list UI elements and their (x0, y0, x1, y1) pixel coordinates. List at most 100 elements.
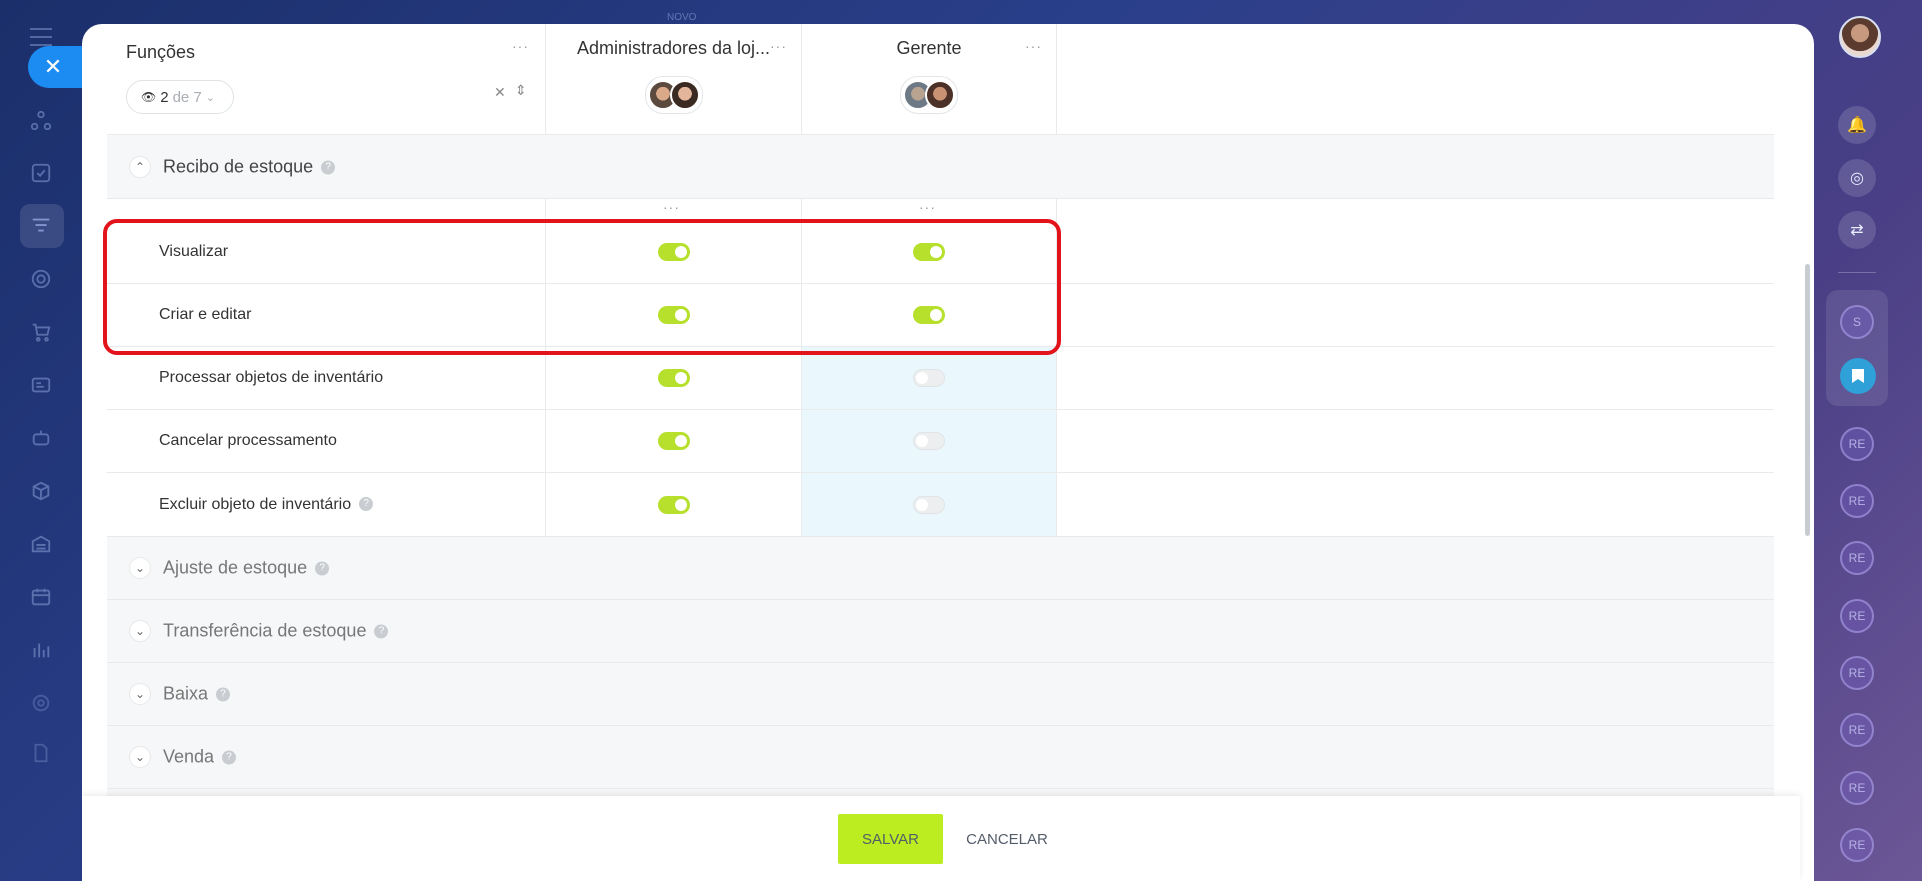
help-icon[interactable]: ? (359, 497, 374, 512)
copilot-icon[interactable]: ◎ (1838, 159, 1876, 197)
robot-icon[interactable] (28, 425, 54, 451)
section-header[interactable]: ⌄ Transferência de estoque? (107, 600, 1774, 663)
section-header[interactable]: ⌄ Ajuste de estoque? (107, 537, 1774, 600)
left-navigation: ✕ (0, 0, 82, 881)
chevron-down-icon[interactable]: ⌄ (129, 557, 151, 579)
permission-toggle[interactable] (913, 495, 945, 514)
help-icon[interactable]: ? (315, 561, 330, 576)
more-icon[interactable]: ··· (512, 38, 529, 54)
chart-icon[interactable] (28, 637, 54, 663)
rail-avatar-s[interactable]: S (1840, 305, 1874, 339)
permission-toggle[interactable] (913, 369, 945, 387)
sync-icon[interactable]: ⇄ (1838, 211, 1876, 249)
page-title: Funções (126, 42, 196, 62)
section-label: Ajuste de estoque? (163, 558, 330, 579)
permission-toggle[interactable] (657, 306, 690, 324)
chevron-down-icon[interactable]: ⌄ (129, 746, 151, 768)
document-icon[interactable] (28, 740, 54, 766)
menu-icon[interactable] (30, 28, 52, 46)
permission-label: Visualizar (159, 243, 229, 260)
contacts-icon[interactable] (28, 372, 54, 398)
avatar (925, 80, 955, 110)
role-filter[interactable]: 👁 2 de 7 ⌄ (126, 80, 234, 114)
box-icon[interactable] (28, 478, 54, 504)
expand-all-icon[interactable]: ⇕ (515, 82, 527, 99)
permission-toggle[interactable] (657, 432, 690, 450)
permission-toggle[interactable] (913, 432, 945, 450)
section-label: Transferência de estoque? (163, 621, 389, 642)
target-icon[interactable] (28, 266, 54, 292)
rail-avatar-re[interactable]: RE (1840, 427, 1874, 461)
close-button[interactable]: ✕ (28, 46, 82, 88)
warehouse-icon[interactable] (28, 531, 54, 557)
chevron-down-icon: ⌄ (205, 91, 215, 104)
permission-toggle[interactable] (657, 369, 690, 387)
section-header[interactable]: ⌄ Baixa? (107, 663, 1774, 726)
section-label: Recibo de estoque? (163, 156, 336, 177)
cart-icon[interactable] (28, 319, 54, 345)
role-name[interactable]: Administradores da loj... (546, 38, 801, 59)
tasks-icon[interactable] (28, 160, 54, 186)
table-row: Excluir objeto de inventário? (107, 473, 1774, 537)
top-label: NOVO (667, 12, 697, 23)
chevron-up-icon[interactable]: ⌃ (129, 155, 151, 178)
cancel-button[interactable]: CANCELAR (957, 814, 1057, 864)
save-button[interactable]: SALVAR (838, 814, 943, 864)
crm-icon[interactable] (28, 108, 54, 134)
filter-total: de 7 (172, 88, 202, 106)
permissions-grid: Funções ··· 👁 2 de 7 ⌄ ✕ ⇕ Administrador… (107, 24, 1774, 796)
rail-divider (1838, 272, 1876, 273)
header-row: Funções ··· 👁 2 de 7 ⌄ ✕ ⇕ Administrador… (107, 24, 1774, 135)
bell-icon[interactable]: 🔔 (1838, 106, 1876, 144)
permission-toggle[interactable] (913, 306, 945, 324)
rail-avatar-re[interactable]: RE (1840, 713, 1874, 747)
help-icon[interactable]: ? (321, 160, 336, 175)
funnel-icon[interactable] (28, 213, 54, 239)
scrollbar[interactable] (1805, 264, 1810, 536)
table-row: Processar objetos de inventário (107, 347, 1774, 410)
calendar-icon[interactable] (28, 584, 54, 610)
permission-toggle[interactable] (657, 243, 690, 261)
more-icon[interactable]: ··· (663, 199, 680, 215)
permission-toggle[interactable] (913, 243, 945, 261)
rail-avatar-re[interactable]: RE (1840, 828, 1874, 862)
avatar (669, 80, 700, 110)
permissions-panel: Funções ··· 👁 2 de 7 ⌄ ✕ ⇕ Administrador… (82, 24, 1814, 881)
eye-icon: 👁 (141, 90, 157, 104)
section-label: Venda? (163, 747, 237, 768)
section-label: Baixa? (163, 684, 231, 705)
chevron-down-icon[interactable]: ⌄ (129, 620, 151, 642)
user-avatar[interactable] (1839, 16, 1881, 58)
rail-avatar-re[interactable]: RE (1840, 541, 1874, 575)
more-icon[interactable]: ··· (919, 199, 936, 215)
role-name[interactable]: Gerente (802, 38, 1056, 59)
section-header[interactable]: ⌃ Recibo de estoque? (107, 135, 1774, 199)
permission-label: Excluir objeto de inventário? (159, 496, 374, 514)
filter-count: 2 (160, 88, 169, 106)
rail-avatar-re[interactable]: RE (1840, 656, 1874, 690)
table-row: Criar e editar (107, 284, 1774, 347)
rail-avatar-re[interactable]: RE (1840, 484, 1874, 518)
settings-icon[interactable] (28, 690, 54, 716)
help-icon[interactable]: ? (216, 687, 231, 702)
more-icon[interactable]: ··· (1025, 38, 1042, 54)
role-members[interactable] (644, 76, 703, 114)
rail-avatar-re[interactable]: RE (1840, 599, 1874, 633)
bookmark-icon[interactable] (1840, 358, 1876, 394)
table-row: Cancelar processamento (107, 410, 1774, 473)
collapse-all-icon[interactable]: ✕ (494, 84, 506, 101)
more-icon[interactable]: ··· (770, 38, 787, 54)
rail-avatar-re[interactable]: RE (1840, 771, 1874, 805)
help-icon[interactable]: ? (374, 624, 389, 639)
permission-label: Processar objetos de inventário (159, 369, 384, 386)
role-members[interactable] (900, 76, 958, 114)
table-row: Visualizar (107, 221, 1774, 284)
column-actions-row: ··· ··· (107, 199, 1774, 221)
permission-toggle[interactable] (657, 495, 690, 514)
chevron-down-icon[interactable]: ⌄ (129, 683, 151, 705)
section-header[interactable]: ⌄ Venda? (107, 726, 1774, 789)
permission-label: Criar e editar (159, 306, 252, 323)
role-column-manager: Gerente ··· (801, 24, 1057, 134)
help-icon[interactable]: ? (222, 750, 237, 765)
close-icon: ✕ (43, 54, 63, 79)
